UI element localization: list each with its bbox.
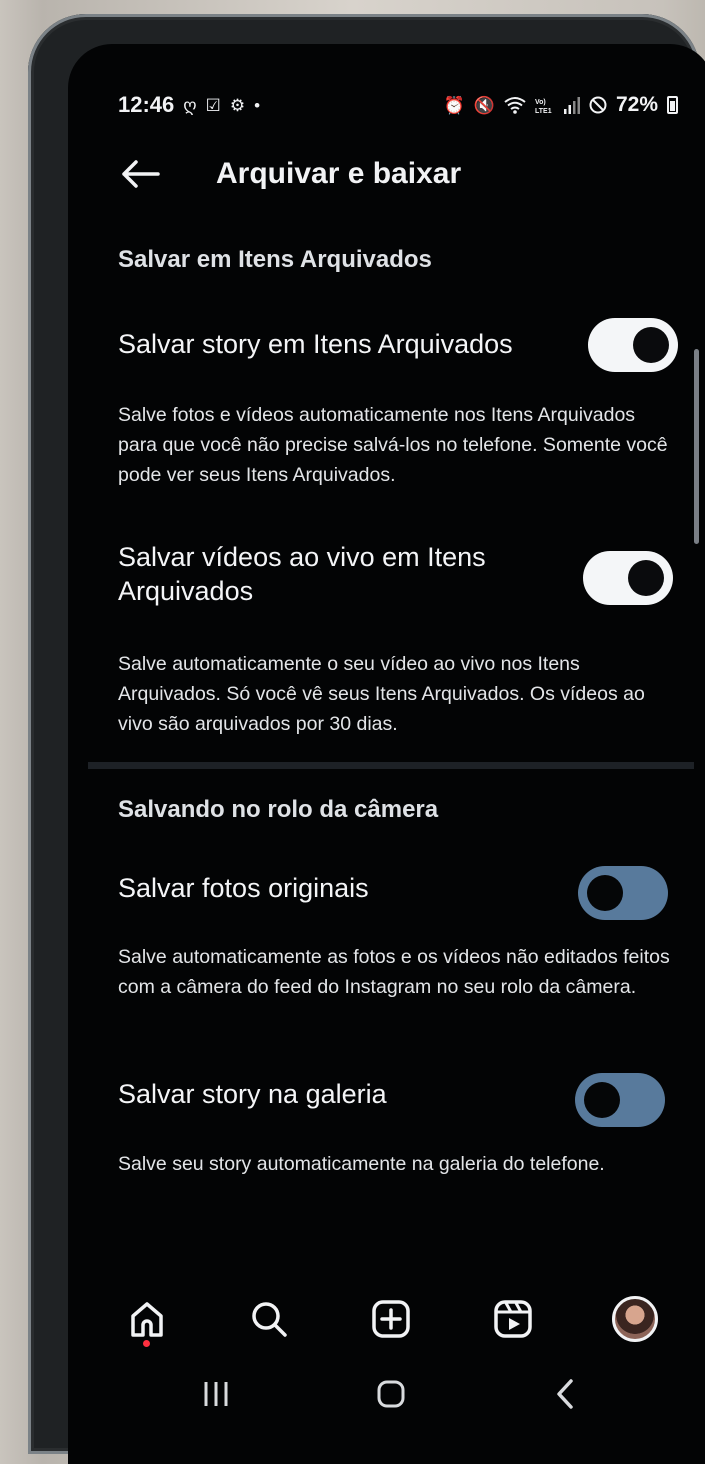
page-header: Arquivar e baixar [118,149,674,199]
back-button[interactable] [118,152,162,196]
wifi-icon [504,97,526,114]
toggle-knob [633,327,669,363]
more-notifications-dot-icon: • [254,95,261,115]
back-arrow-icon [122,160,160,188]
nav-home[interactable] [117,1289,177,1349]
scrollbar[interactable] [694,349,699,544]
home-circle-icon [377,1380,405,1408]
setting-label-save-story-gallery: Salvar story na galeria [118,1079,387,1109]
notification-dot [143,1340,150,1347]
svg-text:Vo): Vo) [535,99,546,106]
home-button[interactable] [361,1369,421,1419]
toggle-knob [587,875,623,911]
page-title: Arquivar e baixar [216,157,462,190]
section-title-camera-roll: Salvando no rolo da câmera [118,796,439,823]
status-right: ⏰ 🔇 Vo) LTE1 72% [444,93,678,117]
reels-icon [494,1300,532,1338]
status-bar: 12:46 ღ ☑ ⚙ • ⏰ 🔇 Vo) LTE1 72% [118,89,678,121]
battery-icon [667,96,678,114]
home-icon [131,1302,163,1337]
do-not-disturb-icon [589,96,607,114]
setting-description-save-story-archive: Salve fotos e vídeos automaticamente nos… [118,404,668,486]
alarm-icon: ⏰ [443,95,465,115]
nav-profile[interactable] [605,1289,665,1349]
status-left: 12:46 ღ ☑ ⚙ • [118,92,260,118]
back-chevron-icon [557,1379,574,1409]
section-divider [88,762,694,769]
messenger-notification-icon: ღ [183,95,197,115]
toggle-knob [628,560,664,596]
battery-percent: 72% [615,93,658,116]
create-icon [372,1300,410,1338]
setting-label-save-original-photos: Salvar fotos originais [118,873,369,903]
screen: 12:46 ღ ☑ ⚙ • ⏰ 🔇 Vo) LTE1 72% Arquivar … [68,44,705,1464]
toggle-save-story-archive[interactable] [588,318,678,372]
status-time: 12:46 [118,92,175,117]
search-icon [252,1302,287,1337]
toggle-knob [584,1082,620,1118]
system-back-button[interactable] [536,1369,596,1419]
setting-label-save-live-archive: Salvar vídeos ao vivo em Itens Arquivado… [118,542,486,606]
toggle-save-original-photos[interactable] [578,866,668,920]
svg-text:LTE1: LTE1 [535,108,552,114]
volte-icon: Vo) LTE1 [535,99,552,114]
toggle-save-story-gallery[interactable] [575,1073,665,1127]
toggle-save-live-archive[interactable] [583,551,673,605]
bottom-navigation [68,1284,705,1354]
signal-icon [563,97,580,114]
system-navigation [68,1364,705,1424]
section-title-archive: Salvar em Itens Arquivados [118,246,432,273]
nav-search[interactable] [239,1289,299,1349]
recents-icon [204,1382,228,1406]
checkbox-notification-icon: ☑ [205,95,221,115]
nav-reels[interactable] [483,1289,543,1349]
settings-notification-icon: ⚙ [229,95,246,115]
setting-description-save-story-gallery: Salve seu story automaticamente na galer… [118,1153,605,1175]
profile-avatar [612,1296,658,1342]
setting-description-save-original-photos: Salve automaticamente as fotos e os víde… [118,946,670,998]
setting-label-save-story-archive: Salvar story em Itens Arquivados [118,329,513,359]
mute-icon: 🔇 [473,95,495,115]
setting-description-save-live-archive: Salve automaticamente o seu vídeo ao viv… [118,653,645,735]
phone-frame: 12:46 ღ ☑ ⚙ • ⏰ 🔇 Vo) LTE1 72% Arquivar … [28,14,705,1464]
nav-create[interactable] [361,1289,421,1349]
recents-button[interactable] [186,1369,246,1419]
